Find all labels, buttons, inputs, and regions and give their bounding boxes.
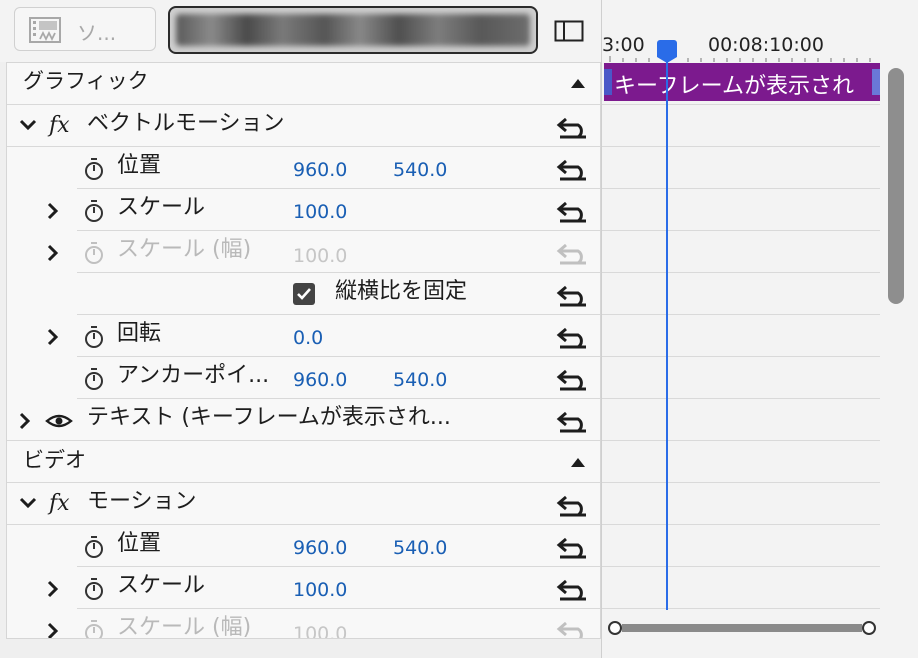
property-label: 位置	[117, 153, 162, 178]
property-label: 位置	[117, 531, 162, 556]
section-header-graphics[interactable]: グラフィック	[7, 63, 600, 105]
fx-icon[interactable]: fx	[49, 491, 70, 517]
stopwatch-icon[interactable]	[83, 157, 105, 181]
property-aspect-lock: 縦横比を固定	[77, 273, 600, 315]
reset-icon[interactable]	[556, 367, 590, 391]
stopwatch-icon[interactable]	[83, 325, 105, 349]
property-label: 回転	[117, 321, 162, 346]
zoom-scrollbar[interactable]	[608, 620, 876, 636]
effect-vector-motion[interactable]: fx ベクトルモーション	[7, 105, 600, 147]
clip-start-handle[interactable]	[604, 69, 612, 95]
collapse-up-icon[interactable]	[571, 79, 585, 88]
position-y-value[interactable]: 540.0	[393, 157, 447, 183]
stopwatch-icon	[85, 242, 103, 264]
collapse-up-icon[interactable]	[571, 458, 585, 467]
reset-icon[interactable]	[556, 577, 590, 601]
property-position: 位置 960.0 540.0	[77, 525, 600, 567]
property-label: スケール	[117, 573, 206, 598]
effect-name: モーション	[87, 489, 197, 514]
property-scale: スケール 100.0	[47, 567, 600, 609]
time-ruler[interactable]: 3:00 00:08:10:00	[602, 0, 882, 62]
stopwatch-icon	[85, 620, 103, 638]
position-y-value[interactable]: 540.0	[393, 535, 447, 561]
timecode-main: 00:08:10:00	[708, 34, 824, 56]
property-label: スケール (幅)	[117, 237, 252, 262]
position-x-value[interactable]: 960.0	[293, 157, 347, 183]
reset-icon[interactable]	[556, 283, 590, 307]
stopwatch-icon[interactable]	[83, 199, 105, 223]
clip-name-blurred	[176, 14, 530, 46]
property-label: スケール	[117, 195, 206, 220]
chevron-down-icon[interactable]	[19, 119, 37, 131]
reset-icon[interactable]	[556, 535, 590, 559]
stopwatch-icon[interactable]	[83, 577, 105, 601]
fx-icon[interactable]: fx	[49, 113, 70, 139]
clip-end-handle[interactable]	[872, 69, 880, 95]
effect-name: テキスト (キーフレームが表示され...	[87, 405, 451, 430]
chevron-right-icon[interactable]	[19, 412, 31, 430]
panel-toggle-icon[interactable]	[554, 20, 584, 42]
property-scale-width: スケール (幅) 100.0	[47, 231, 600, 273]
scale-width-value: 100.0	[293, 623, 348, 639]
anchor-x-value[interactable]: 960.0	[293, 367, 347, 393]
rotation-value[interactable]: 0.0	[293, 325, 323, 351]
scale-value[interactable]: 100.0	[293, 577, 347, 603]
eye-icon[interactable]	[45, 413, 73, 429]
reset-icon[interactable]	[556, 409, 590, 433]
chevron-right-icon[interactable]	[47, 622, 59, 639]
zoom-scrollbar-track[interactable]	[622, 624, 862, 632]
reset-icon[interactable]	[556, 325, 590, 349]
aspect-lock-checkbox[interactable]	[293, 283, 315, 305]
section-header-video[interactable]: ビデオ	[7, 441, 600, 483]
property-label: スケール (幅)	[117, 615, 252, 639]
chevron-right-icon[interactable]	[47, 244, 59, 262]
source-label: ソ...	[77, 21, 117, 45]
section-title: グラフィック	[23, 69, 149, 93]
stopwatch-icon[interactable]	[83, 535, 105, 559]
effect-controls-panel: ソ... グラフィック fx ベクトルモーション 位置 960.0 540.0	[0, 0, 601, 658]
effect-controls-toolbar: ソ...	[0, 0, 601, 62]
effect-text-layer[interactable]: テキスト (キーフレームが表示され...	[7, 399, 600, 441]
aspect-lock-label: 縦横比を固定	[335, 279, 468, 304]
effect-motion[interactable]: fx モーション	[7, 483, 600, 525]
ruler-ticks	[609, 56, 871, 62]
clip-selector[interactable]	[168, 6, 538, 54]
property-label: アンカーポイ...	[117, 363, 270, 388]
properties-list: グラフィック fx ベクトルモーション 位置 960.0 540.0 スケール …	[6, 62, 601, 639]
timecode-left: 3:00	[602, 34, 645, 56]
property-position: 位置 960.0 540.0	[77, 147, 600, 189]
checkmark-icon	[297, 288, 311, 300]
chevron-right-icon[interactable]	[47, 328, 59, 346]
zoom-right-knob[interactable]	[862, 621, 876, 635]
zoom-left-knob[interactable]	[608, 621, 622, 635]
chevron-right-icon[interactable]	[47, 580, 59, 598]
film-strip-icon	[29, 17, 61, 43]
position-x-value[interactable]: 960.0	[293, 535, 347, 561]
vertical-scrollbar[interactable]	[888, 68, 904, 304]
stopwatch-icon[interactable]	[83, 367, 105, 391]
effect-timeline: 3:00 00:08:10:00 キーフレームが表示され	[601, 0, 918, 658]
reset-icon	[556, 243, 586, 265]
property-scale-width: スケール (幅) 100.0	[47, 609, 600, 639]
chevron-down-icon[interactable]	[19, 497, 37, 509]
property-scale: スケール 100.0	[47, 189, 600, 231]
scale-width-value: 100.0	[293, 245, 348, 267]
property-rotation: 回転 0.0	[47, 315, 600, 357]
effect-name: ベクトルモーション	[87, 111, 285, 136]
reset-icon	[556, 621, 583, 638]
source-clip-button[interactable]: ソ...	[14, 7, 156, 51]
playhead-handle[interactable]	[657, 40, 677, 63]
clip-label: キーフレームが表示され	[614, 74, 855, 99]
reset-icon[interactable]	[556, 157, 590, 181]
property-anchor-point: アンカーポイ... 960.0 540.0	[77, 357, 600, 399]
anchor-y-value[interactable]: 540.0	[393, 367, 447, 393]
chevron-right-icon[interactable]	[47, 202, 59, 220]
reset-icon[interactable]	[556, 199, 590, 223]
playhead-line[interactable]	[666, 50, 668, 610]
reset-icon[interactable]	[556, 493, 590, 517]
scale-value[interactable]: 100.0	[293, 199, 347, 225]
section-title: ビデオ	[23, 448, 86, 472]
reset-icon[interactable]	[556, 115, 590, 139]
graphic-clip-bar[interactable]: キーフレームが表示され	[604, 63, 880, 101]
